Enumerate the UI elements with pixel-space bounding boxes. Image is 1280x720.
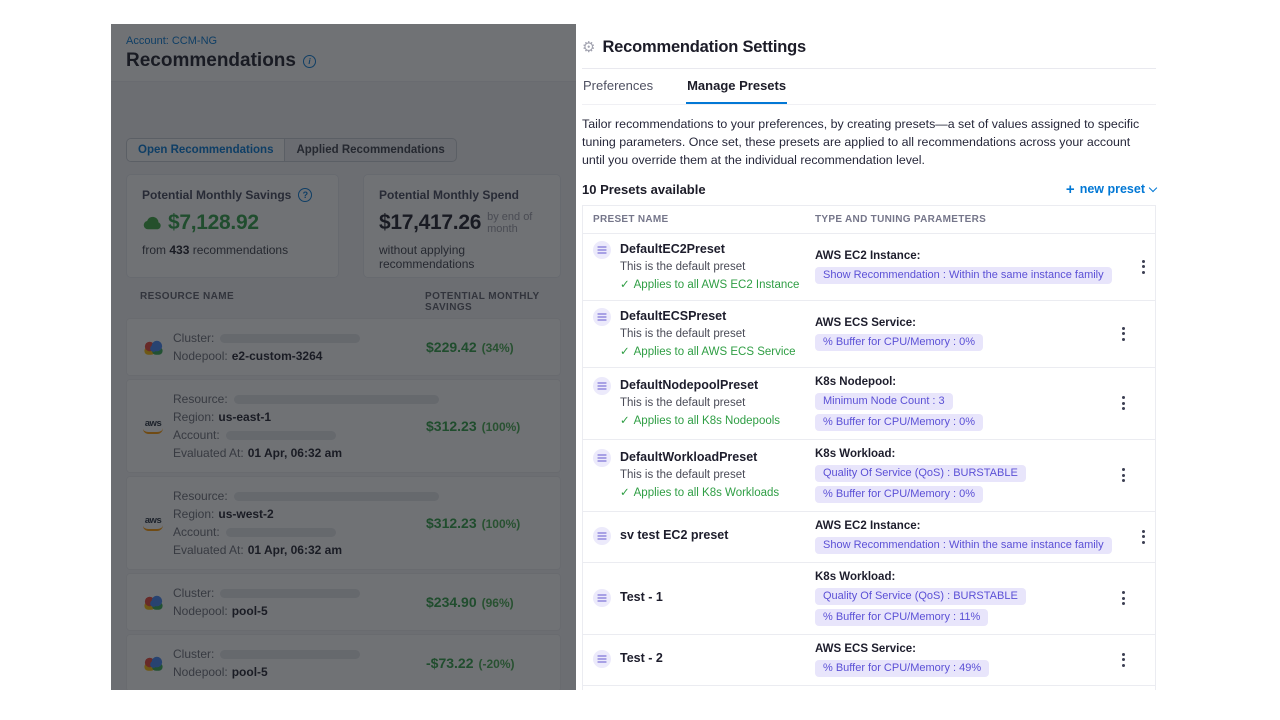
kebab-menu-button[interactable] xyxy=(1136,526,1151,548)
plus-icon: + xyxy=(1066,182,1075,197)
preset-row[interactable]: DefaultEC2Preset This is the default pres… xyxy=(583,234,1155,301)
check-icon: ✓ xyxy=(620,279,630,291)
kebab-menu-button[interactable] xyxy=(1116,587,1131,609)
presets-description: Tailor recommendations to your preferenc… xyxy=(582,116,1156,170)
preset-name: sv test EC2 preset xyxy=(620,528,728,543)
check-icon: ✓ xyxy=(620,346,630,358)
tuning-parameter-chip: % Buffer for CPU/Memory : 0% xyxy=(815,334,983,351)
preset-description: This is the default preset xyxy=(620,328,796,341)
preset-row[interactable]: Test - 2 AWS ECS Service: % Buffer for CPU… xyxy=(583,635,1155,686)
drag-handle-icon[interactable] xyxy=(593,449,611,467)
preset-type-label: K8s Nodepool: xyxy=(815,376,896,388)
presets-table-body: DefaultEC2Preset This is the default pres… xyxy=(583,234,1155,690)
preset-applies-to: ✓Applies to all AWS ECS Service xyxy=(620,346,796,359)
tuning-parameter-chip: Quality Of Service (QoS) : BURSTABLE xyxy=(815,465,1026,482)
drawer-title: Recommendation Settings xyxy=(602,38,806,57)
preset-name: DefaultECSPreset xyxy=(620,309,796,324)
tab-manage-presets[interactable]: Manage Presets xyxy=(686,69,787,104)
new-preset-label: new preset xyxy=(1080,182,1145,196)
preset-description: This is the default preset xyxy=(620,397,780,410)
preset-applies-to: ✓Applies to all K8s Nodepools xyxy=(620,415,780,428)
preset-name: DefaultNodepoolPreset xyxy=(620,378,780,393)
preset-type-label: AWS EC2 Instance: xyxy=(815,520,920,532)
preset-name: DefaultEC2Preset xyxy=(620,242,799,257)
tuning-parameter-chip: % Buffer for CPU/Memory : 49% xyxy=(815,660,989,677)
tab-preferences[interactable]: Preferences xyxy=(582,69,654,104)
preset-type-label: K8s Workload: xyxy=(815,448,895,460)
check-icon: ✓ xyxy=(620,415,630,427)
app-window: Account: CCM-NG Recommendations i Open R… xyxy=(111,24,1168,690)
preset-description: This is the default preset xyxy=(620,261,799,274)
tuning-parameter-chip: Minimum Node Count : 3 xyxy=(815,393,953,410)
preset-name: Test - 1 xyxy=(620,590,663,605)
preset-type-label: AWS EC2 Instance: xyxy=(815,250,920,262)
drag-handle-icon[interactable] xyxy=(593,308,611,326)
check-icon: ✓ xyxy=(620,487,630,499)
drag-handle-icon[interactable] xyxy=(593,527,611,545)
preset-row[interactable]: DefaultNodepoolPreset This is the default… xyxy=(583,368,1155,440)
drag-handle-icon[interactable] xyxy=(593,241,611,259)
preset-name: Test - 2 xyxy=(620,651,663,666)
drawer-backdrop[interactable] xyxy=(111,24,576,690)
page: Account: CCM-NG Recommendations i Open R… xyxy=(0,0,1280,720)
kebab-menu-button[interactable] xyxy=(1116,323,1131,345)
preset-description: This is the default preset xyxy=(620,469,779,482)
kebab-menu-button[interactable] xyxy=(1116,464,1131,486)
drawer-header: ⚙ Recommendation Settings xyxy=(582,32,1156,69)
drag-handle-icon[interactable] xyxy=(593,377,611,395)
recommendations-page: Account: CCM-NG Recommendations i Open R… xyxy=(111,24,576,690)
preset-type-label: AWS ECS Service: xyxy=(815,643,916,655)
gear-icon: ⚙ xyxy=(582,40,595,55)
preset-row[interactable]: Test - 1 K8s Workload: Quality Of Service … xyxy=(583,563,1155,635)
kebab-menu-button[interactable] xyxy=(1136,256,1151,278)
preset-type-label: AWS ECS Service: xyxy=(815,317,916,329)
tuning-parameter-chip: Show Recommendation : Within the same in… xyxy=(815,537,1112,554)
preset-row[interactable]: DefaultWorkloadPreset This is the default… xyxy=(583,440,1155,512)
preset-applies-to: ✓Applies to all AWS EC2 Instance xyxy=(620,279,799,292)
tuning-parameter-chip: % Buffer for CPU/Memory : 11% xyxy=(815,609,988,626)
preset-row[interactable]: sv test EC2 preset AWS EC2 Instance: Show … xyxy=(583,512,1155,563)
new-preset-button[interactable]: + new preset xyxy=(1066,182,1156,197)
recommendation-settings-drawer: ⚙ Recommendation Settings Preferences Ma… xyxy=(576,24,1168,690)
preset-type-label: K8s Workload: xyxy=(815,571,895,583)
chevron-down-icon xyxy=(1149,184,1157,192)
tuning-parameter-chip: Show Recommendation : Within the same in… xyxy=(815,267,1112,284)
preset-applies-to: ✓Applies to all K8s Workloads xyxy=(620,487,779,500)
preset-row[interactable]: Test - 3AWS ECS Service:% Buffer for CPU… xyxy=(583,686,1155,690)
tuning-parameter-chip: % Buffer for CPU/Memory : 0% xyxy=(815,486,983,503)
drag-handle-icon[interactable] xyxy=(593,650,611,668)
preset-name: DefaultWorkloadPreset xyxy=(620,450,779,465)
presets-toolbar: 10 Presets available + new preset xyxy=(582,182,1156,197)
column-type-and-tuning-parameters: TYPE AND TUNING PARAMETERS xyxy=(815,214,1091,225)
settings-tabs: Preferences Manage Presets xyxy=(582,69,1156,105)
kebab-menu-button[interactable] xyxy=(1116,392,1131,414)
column-preset-name: PRESET NAME xyxy=(593,214,815,225)
drag-handle-icon[interactable] xyxy=(593,589,611,607)
presets-count: 10 Presets available xyxy=(582,182,706,197)
presets-table-header: PRESET NAME TYPE AND TUNING PARAMETERS xyxy=(583,206,1155,234)
kebab-menu-button[interactable] xyxy=(1116,649,1131,671)
tuning-parameter-chip: % Buffer for CPU/Memory : 0% xyxy=(815,414,983,431)
presets-table: PRESET NAME TYPE AND TUNING PARAMETERS D… xyxy=(582,205,1156,690)
tuning-parameter-chip: Quality Of Service (QoS) : BURSTABLE xyxy=(815,588,1026,605)
preset-row[interactable]: DefaultECSPreset This is the default pres… xyxy=(583,301,1155,368)
